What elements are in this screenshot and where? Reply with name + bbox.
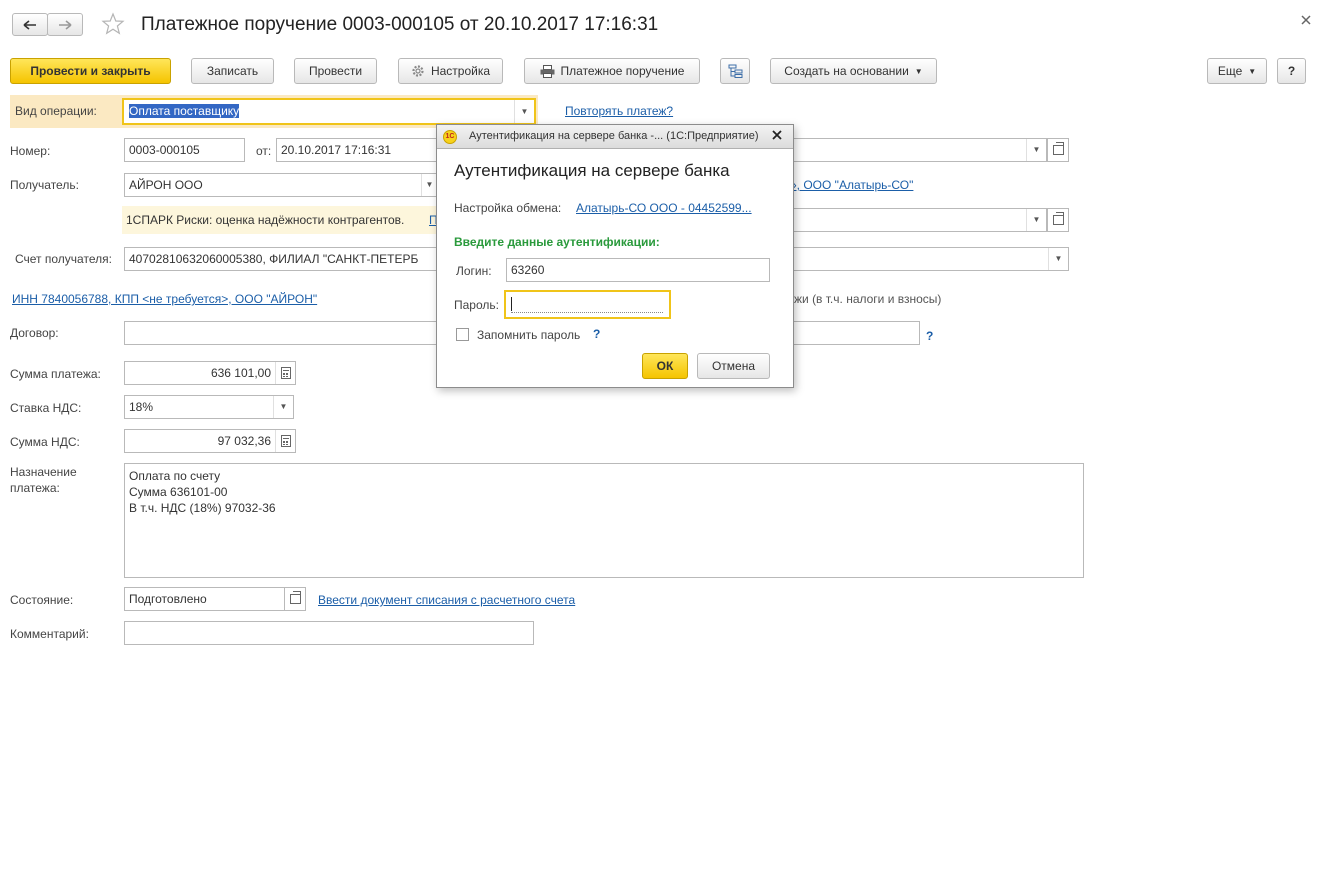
calculator-button[interactable] bbox=[275, 362, 295, 384]
chevron-down-icon[interactable]: ▼ bbox=[421, 174, 437, 196]
status-label: Состояние: bbox=[10, 593, 74, 607]
status-field: Подготовлено bbox=[124, 587, 285, 611]
chevron-down-icon[interactable]: ▼ bbox=[1026, 209, 1046, 231]
sum-label: Сумма платежа: bbox=[10, 367, 101, 381]
post-and-close-button[interactable]: Провести и закрыть bbox=[10, 58, 171, 84]
password-label: Пароль: bbox=[454, 298, 499, 312]
comment-field[interactable] bbox=[124, 621, 534, 645]
account-label: Счет получателя: bbox=[15, 252, 112, 266]
operation-select[interactable]: Оплата поставщику ▼ bbox=[122, 98, 536, 125]
password-input[interactable] bbox=[504, 290, 671, 319]
organization-open-button[interactable] bbox=[1047, 138, 1069, 162]
taxes-text: жи (в т.ч. налоги и взносы) bbox=[794, 292, 942, 306]
forward-button[interactable] bbox=[47, 13, 83, 36]
chevron-down-icon[interactable]: ▼ bbox=[1026, 139, 1046, 161]
recipient-field[interactable]: АЙРОН ООО ▼ bbox=[124, 173, 438, 197]
purpose-label-line1: Назначение bbox=[10, 465, 77, 479]
auth-dialog: 1С Аутентификация на сервере банка -... … bbox=[436, 124, 794, 388]
bank-account-org-open-button[interactable] bbox=[1047, 208, 1069, 232]
purpose-line: Оплата по счету bbox=[129, 469, 221, 483]
create-based-on-button[interactable]: Создать на основании ▼ bbox=[770, 58, 937, 84]
contract-label: Договор: bbox=[10, 326, 59, 340]
open-icon bbox=[289, 591, 301, 604]
contract-help-link[interactable]: ? bbox=[926, 329, 933, 343]
bank-account-org-field[interactable]: ▼ bbox=[790, 208, 1047, 232]
ok-button[interactable]: ОК bbox=[642, 353, 688, 379]
number-field[interactable]: 0003-000105 bbox=[124, 138, 245, 162]
sum-field[interactable]: 636 101,00 bbox=[124, 361, 296, 385]
purpose-line: Сумма 636101-00 bbox=[129, 485, 228, 499]
date-from-label: от: bbox=[256, 144, 272, 158]
inn-link[interactable]: ИНН 7840056788, КПП <не требуется>, ООО … bbox=[12, 292, 317, 306]
chevron-down-icon[interactable]: ▼ bbox=[514, 100, 534, 123]
open-icon bbox=[1052, 142, 1064, 155]
calculator-icon bbox=[280, 435, 291, 447]
dialog-title: Аутентификация на сервере банка -... (1С… bbox=[469, 130, 759, 142]
dialog-titlebar: 1С Аутентификация на сервере банка -... … bbox=[437, 125, 793, 149]
remember-checkbox[interactable] bbox=[456, 328, 469, 341]
chevron-down-icon: ▼ bbox=[914, 66, 923, 76]
vat-sum-label: Сумма НДС: bbox=[10, 435, 80, 449]
close-icon bbox=[1301, 15, 1311, 25]
auth-prompt: Введите данные аутентификации: bbox=[454, 235, 660, 249]
dialog-heading: Аутентификация на сервере банка bbox=[454, 161, 730, 180]
organization-field[interactable]: ▼ bbox=[790, 138, 1047, 162]
print-payment-order-button[interactable]: Платежное поручение bbox=[524, 58, 700, 84]
recipient-label: Получатель: bbox=[10, 178, 79, 192]
remember-label[interactable]: Запомнить пароль bbox=[477, 328, 580, 342]
help-button[interactable]: ? bbox=[1277, 58, 1306, 84]
vat-rate-select[interactable]: 18% ▼ bbox=[124, 395, 294, 419]
password-underline bbox=[511, 312, 663, 313]
repeat-payment-link[interactable]: Повторять платеж? bbox=[565, 104, 673, 118]
vat-sum-field[interactable]: 97 032,36 bbox=[124, 429, 296, 453]
dialog-close-button[interactable] bbox=[771, 129, 787, 145]
exchange-label: Настройка обмена: bbox=[454, 201, 562, 215]
post-button[interactable]: Провести bbox=[294, 58, 377, 84]
vat-rate-label: Ставка НДС: bbox=[10, 401, 82, 415]
window-close-button[interactable] bbox=[1300, 14, 1316, 30]
close-icon bbox=[772, 130, 782, 140]
more-button[interactable]: Еще ▼ bbox=[1207, 58, 1267, 84]
arrow-right-icon bbox=[59, 19, 72, 30]
gear-icon bbox=[412, 65, 424, 77]
purpose-label-line2: платежа: bbox=[10, 481, 60, 495]
account-field[interactable]: 40702810632060005380, ФИЛИАЛ "САНКТ-ПЕТЕ… bbox=[124, 247, 438, 271]
login-label: Логин: bbox=[456, 264, 492, 278]
operation-label: Вид операции: bbox=[15, 104, 97, 118]
printer-icon bbox=[540, 64, 555, 78]
structure-button[interactable] bbox=[720, 58, 750, 84]
remember-help-link[interactable]: ? bbox=[593, 327, 600, 341]
chevron-down-icon: ▼ bbox=[1248, 66, 1257, 76]
status-open-button[interactable] bbox=[284, 587, 306, 611]
favorite-button[interactable] bbox=[101, 12, 125, 36]
organization-link[interactable]: », ООО "Алатырь-СО" bbox=[790, 178, 913, 192]
chevron-down-icon[interactable]: ▼ bbox=[1048, 248, 1068, 270]
back-button[interactable] bbox=[12, 13, 48, 36]
page-title: Платежное поручение 0003-000105 от 20.10… bbox=[141, 14, 659, 35]
login-input[interactable]: 63260 bbox=[506, 258, 770, 282]
purpose-textarea[interactable]: Оплата по счету Сумма 636101-00 В т.ч. Н… bbox=[124, 463, 1084, 578]
exchange-link[interactable]: Алатырь-СО ООО - 04452599... bbox=[576, 201, 752, 215]
calculator-icon bbox=[280, 367, 291, 379]
writeoff-link[interactable]: Ввести документ списания с расчетного сч… bbox=[318, 593, 575, 607]
date-field[interactable]: 20.10.2017 17:16:31 bbox=[276, 138, 438, 162]
structure-icon bbox=[728, 64, 742, 78]
calculator-button[interactable] bbox=[275, 430, 295, 452]
1c-logo-icon: 1С bbox=[443, 130, 457, 144]
comment-label: Комментарий: bbox=[10, 627, 89, 641]
arrow-left-icon bbox=[23, 19, 36, 30]
star-icon bbox=[101, 12, 125, 35]
number-label: Номер: bbox=[10, 144, 51, 158]
chevron-down-icon[interactable]: ▼ bbox=[273, 396, 293, 418]
purpose-line: В т.ч. НДС (18%) 97032-36 bbox=[129, 501, 276, 515]
cancel-button[interactable]: Отмена bbox=[697, 353, 770, 379]
save-button[interactable]: Записать bbox=[191, 58, 274, 84]
account-field-right[interactable]: ▼ bbox=[790, 247, 1069, 271]
text-cursor bbox=[511, 297, 512, 311]
open-icon bbox=[1052, 212, 1064, 225]
settings-button[interactable]: Настройка bbox=[398, 58, 503, 84]
spark-text: 1СПАРК Риски: оценка надёжности контраге… bbox=[126, 213, 405, 227]
